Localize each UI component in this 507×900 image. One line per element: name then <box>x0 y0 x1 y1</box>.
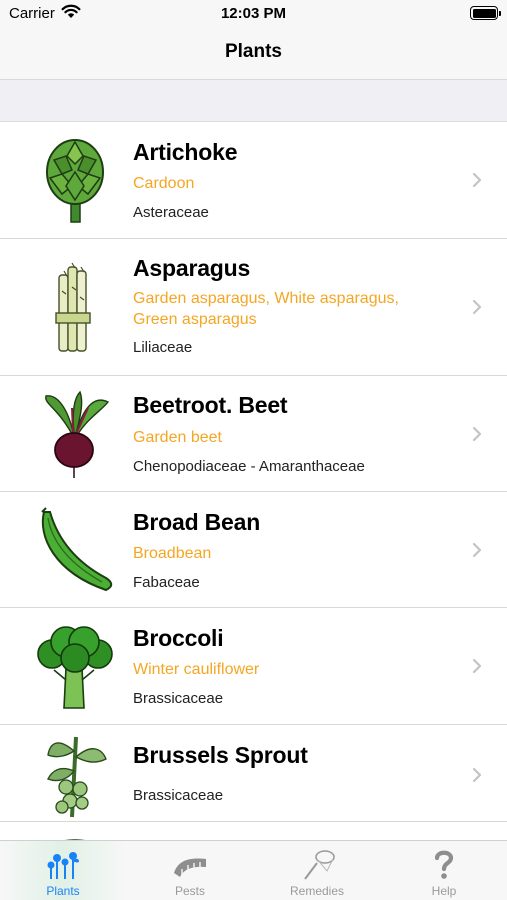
plant-alias: Winter cauliflower <box>133 661 260 678</box>
plant-family: Asteraceae <box>133 204 209 221</box>
asparagus-icon <box>36 257 114 357</box>
tab-label: Help <box>431 884 457 898</box>
tab-pests[interactable]: Pests <box>127 841 253 900</box>
list-item-broccoli[interactable]: Broccoli Winter cauliflower Brassicaceae <box>0 608 507 725</box>
plant-alias: Cardoon <box>133 175 195 192</box>
plant-name: Broad Bean <box>133 509 261 535</box>
plant-family: Chenopodiaceae - Amaranthaceae <box>133 458 365 475</box>
list-item-brussels-sprout[interactable]: Brussels Sprout Brassicaceae <box>0 725 507 822</box>
battery-icon <box>470 6 501 20</box>
status-bar: Carrier 12:03 PM <box>0 0 507 28</box>
chevron-right-icon <box>472 542 482 558</box>
plant-name: Beetroot. Beet <box>133 392 288 418</box>
tab-label: Pests <box>174 884 205 898</box>
plant-name: Artichoke <box>133 139 238 165</box>
chevron-right-icon <box>472 767 482 783</box>
chevron-right-icon <box>472 426 482 442</box>
list-item-beetroot[interactable]: Beetroot. Beet Garden beet Chenopodiacea… <box>0 376 507 492</box>
plant-list[interactable]: Artichoke Cardoon Asteraceae Asparagus G… <box>0 122 507 840</box>
plant-family: Brassicaceae <box>133 787 224 804</box>
net-icon <box>304 850 335 880</box>
artichoke-icon <box>36 134 114 226</box>
brussels-sprout-icon <box>36 731 114 819</box>
plant-family: Liliaceae <box>133 339 193 356</box>
tab-label: Remedies <box>289 884 345 898</box>
caterpillar-icon <box>174 858 206 877</box>
list-item-broad-bean[interactable]: Broad Bean Broadbean Fabaceae <box>0 492 507 608</box>
plant-alias: Garden beet <box>133 429 222 446</box>
broccoli-icon <box>36 624 114 712</box>
list-item-artichoke[interactable]: Artichoke Cardoon Asteraceae <box>0 122 507 239</box>
plant-name: Brussels Sprout <box>133 742 308 768</box>
chevron-right-icon <box>472 299 482 315</box>
plant-family: Fabaceae <box>133 574 200 591</box>
clock: 12:03 PM <box>220 5 287 22</box>
beetroot-icon <box>36 388 114 480</box>
list-item-asparagus[interactable]: Asparagus Garden asparagus, White aspara… <box>0 239 507 376</box>
page-title: Plants <box>224 41 283 62</box>
list-item-partial[interactable] <box>0 822 507 840</box>
plant-name: Broccoli <box>133 625 224 651</box>
tab-help[interactable]: Help <box>381 841 507 900</box>
navigation-bar: Plants <box>0 28 507 80</box>
plant-family: Brassicaceae <box>133 690 224 707</box>
chevron-right-icon <box>472 658 482 674</box>
section-spacer <box>0 80 507 122</box>
plant-alias: Broadbean <box>133 545 212 562</box>
question-mark-icon <box>434 850 454 879</box>
tab-remedies[interactable]: Remedies <box>254 841 380 900</box>
tab-plants[interactable]: Plants <box>0 841 126 900</box>
tab-label: Plants <box>46 884 80 898</box>
chevron-right-icon <box>472 172 482 188</box>
plant-alias: Garden asparagus, White asparagus, Green… <box>133 290 399 328</box>
plant-name: Asparagus <box>133 255 251 281</box>
plants-icon <box>47 852 79 879</box>
tab-bar: Plants Pests Remedies Help <box>0 840 507 900</box>
broad-bean-icon <box>36 506 114 596</box>
